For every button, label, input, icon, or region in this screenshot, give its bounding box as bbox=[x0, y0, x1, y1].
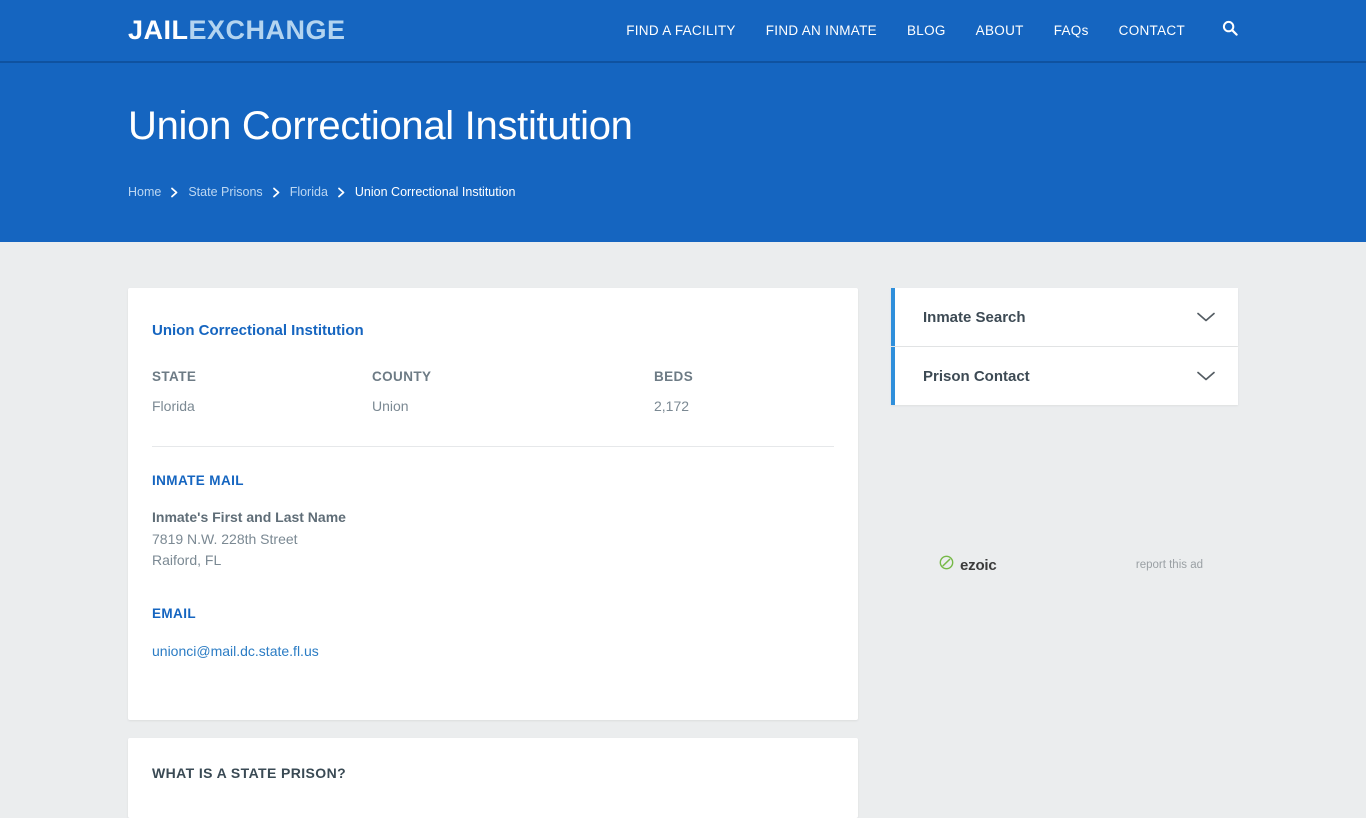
breadcrumb-chevron-icon bbox=[161, 187, 188, 198]
breadcrumb-chevron-icon bbox=[263, 187, 290, 198]
inmate-mail-city-state: Raiford, FL bbox=[152, 552, 222, 568]
card-divider bbox=[152, 446, 834, 447]
accordion-label-prison-contact: Prison Contact bbox=[923, 367, 1030, 385]
email-heading: EMAIL bbox=[152, 606, 196, 621]
search-icon bbox=[1222, 20, 1238, 41]
breadcrumb: Home State Prisons Florida Union Correct… bbox=[128, 185, 1238, 199]
nav-item-faqs[interactable]: FAQs bbox=[1039, 23, 1104, 38]
breadcrumb-item-florida[interactable]: Florida bbox=[290, 185, 328, 199]
stat-label-state: STATE bbox=[152, 369, 197, 384]
ezoic-logo[interactable]: ezoic bbox=[939, 555, 997, 575]
inmate-mail-recipient: Inmate's First and Last Name bbox=[152, 509, 346, 525]
stat-beds: BEDS 2,172 bbox=[654, 369, 854, 414]
stat-label-county: COUNTY bbox=[372, 369, 432, 384]
accordion-prison-contact[interactable]: Prison Contact bbox=[891, 347, 1238, 405]
page-hero: Union Correctional Institution Home Stat… bbox=[0, 63, 1366, 242]
ezoic-wordmark: ezoic bbox=[960, 556, 997, 574]
state-prison-info-card: WHAT IS A STATE PRISON? bbox=[128, 738, 858, 818]
sidebar: Inmate Search Prison Contact ezoic repor… bbox=[891, 288, 1238, 575]
stat-state: STATE Florida bbox=[152, 369, 372, 414]
stat-county: COUNTY Union bbox=[372, 369, 654, 414]
nav-item-blog[interactable]: BLOG bbox=[892, 23, 961, 38]
breadcrumb-item-current: Union Correctional Institution bbox=[354, 185, 516, 199]
main-navigation: FIND A FACILITY FIND AN INMATE BLOG ABOU… bbox=[611, 20, 1238, 41]
search-button[interactable] bbox=[1200, 20, 1238, 41]
site-logo[interactable]: JAILEXCHANGE bbox=[128, 17, 346, 44]
breadcrumb-item-home[interactable]: Home bbox=[128, 185, 161, 199]
ezoic-icon bbox=[939, 555, 954, 575]
state-prison-info-title: WHAT IS A STATE PRISON? bbox=[152, 765, 347, 781]
accordion-label-inmate-search: Inmate Search bbox=[923, 308, 1026, 326]
nav-item-find-a-facility[interactable]: FIND A FACILITY bbox=[611, 23, 751, 38]
inmate-mail-heading: INMATE MAIL bbox=[152, 473, 244, 488]
page-title: Union Correctional Institution bbox=[128, 104, 633, 148]
nav-item-find-an-inmate[interactable]: FIND AN INMATE bbox=[751, 23, 892, 38]
site-header: JAILEXCHANGE FIND A FACILITY FIND AN INM… bbox=[0, 0, 1366, 63]
ad-footer: ezoic report this ad bbox=[891, 555, 1238, 575]
nav-item-about[interactable]: ABOUT bbox=[961, 23, 1039, 38]
breadcrumb-chevron-icon bbox=[328, 187, 355, 198]
accordion-inmate-search[interactable]: Inmate Search bbox=[891, 288, 1238, 346]
stat-value-beds: 2,172 bbox=[654, 398, 690, 414]
chevron-down-icon[interactable] bbox=[1196, 370, 1216, 382]
inmate-mail-street: 7819 N.W. 228th Street bbox=[152, 531, 298, 547]
logo-text-jail: JAIL bbox=[128, 15, 189, 45]
main-column: Union Correctional Institution STATE Flo… bbox=[128, 288, 858, 818]
stat-value-county: Union bbox=[372, 398, 409, 414]
breadcrumb-item-state-prisons[interactable]: State Prisons bbox=[188, 185, 262, 199]
nav-item-contact[interactable]: CONTACT bbox=[1104, 23, 1200, 38]
page-content: Union Correctional Institution STATE Flo… bbox=[0, 242, 1366, 818]
report-this-ad-link[interactable]: report this ad bbox=[1136, 559, 1238, 571]
facility-stats: STATE Florida COUNTY Union BEDS 2,172 bbox=[152, 369, 834, 414]
stat-label-beds: BEDS bbox=[654, 369, 694, 384]
logo-text-exchange: EXCHANGE bbox=[188, 15, 346, 45]
facility-details-card: Union Correctional Institution STATE Flo… bbox=[128, 288, 858, 720]
facility-name: Union Correctional Institution bbox=[152, 322, 364, 339]
facility-email-link[interactable]: unionci@mail.dc.state.fl.us bbox=[152, 643, 319, 659]
stat-value-state: Florida bbox=[152, 398, 195, 414]
chevron-down-icon[interactable] bbox=[1196, 311, 1216, 323]
